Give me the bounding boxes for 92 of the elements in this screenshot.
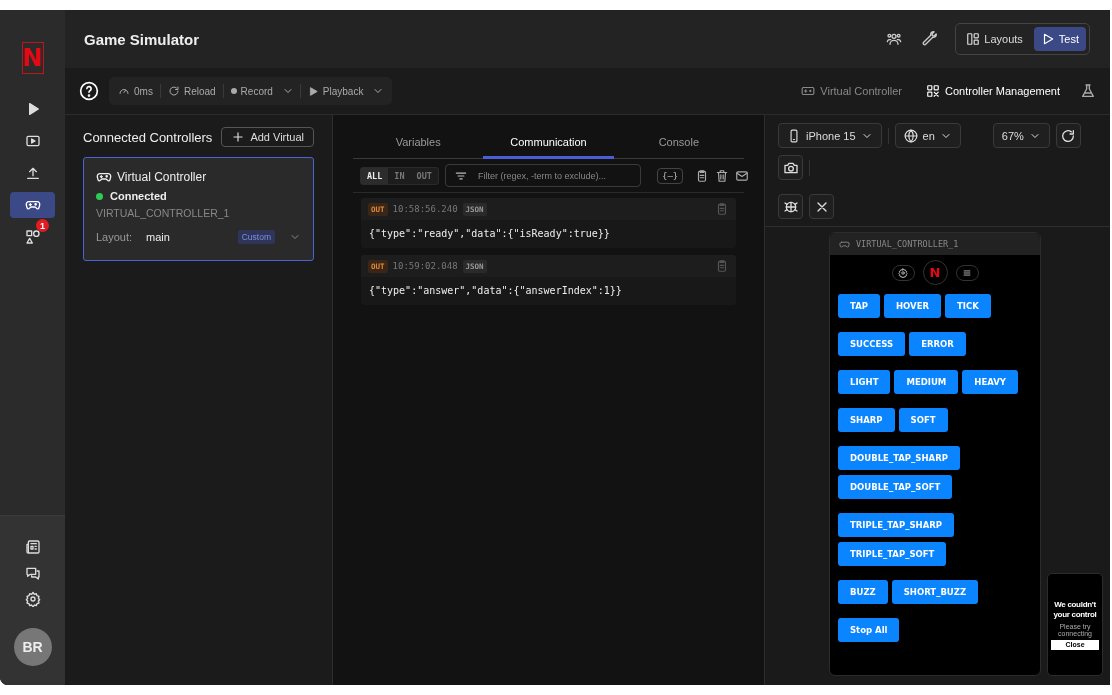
haptic-button[interactable]: MEDIUM	[894, 370, 959, 394]
notification-badge: 1	[36, 219, 49, 232]
shapes-icon	[24, 229, 41, 245]
panel-tab[interactable]: Variables	[353, 128, 484, 159]
direction-tab[interactable]: ALL	[361, 167, 389, 184]
clipboard-icon	[715, 202, 729, 216]
message-time: 10:59:02.048	[392, 261, 458, 271]
menu-icon	[962, 267, 972, 278]
layout-icon	[966, 32, 981, 46]
haptic-button[interactable]: BUZZ	[838, 580, 888, 604]
refresh-button[interactable]	[1055, 123, 1081, 148]
haptic-button[interactable]: SHARP	[838, 408, 895, 432]
message-body: {"type":"answer","data":{"answerIndex":1}}	[368, 284, 623, 298]
nav-item[interactable]	[10, 192, 55, 218]
filter-field[interactable]: Filter (regex, -term to exclude)...	[444, 164, 641, 187]
haptic-button[interactable]: ERROR	[909, 332, 966, 356]
reload-button[interactable]: Reload	[162, 80, 221, 102]
phone-icon	[787, 128, 801, 143]
play-icon	[307, 85, 319, 97]
refresh-icon	[1060, 127, 1077, 144]
status-label: Connected	[110, 190, 167, 202]
video-icon	[24, 133, 41, 149]
controller-icon	[801, 84, 816, 98]
send-button[interactable]	[735, 168, 750, 183]
haptic-button[interactable]: DOUBLE_TAP_SOFT	[838, 475, 953, 499]
haptic-button[interactable]: SHORT_BUZZ	[891, 580, 979, 604]
chat-icon	[24, 565, 41, 581]
screenshot-button[interactable]	[778, 155, 803, 180]
lab-button[interactable]	[1080, 83, 1096, 99]
layout-label: Layout:	[96, 231, 133, 243]
message-text: your control	[1053, 609, 1097, 619]
clipboard-icon	[715, 259, 729, 273]
device-dropdown[interactable]: iPhone 15	[778, 123, 882, 148]
haptic-button[interactable]: DOUBLE_TAP_SHARP	[838, 446, 960, 470]
direction-tab[interactable]: IN	[388, 167, 411, 184]
mode-tab[interactable]: Test	[1033, 27, 1086, 51]
filter-icon	[453, 169, 468, 183]
trash-icon	[715, 168, 730, 183]
message-time: 10:58:56.240	[392, 204, 458, 214]
wrench-icon	[921, 31, 938, 47]
grid-icon	[926, 84, 941, 98]
settings-icon	[898, 267, 908, 278]
haptic-button[interactable]: SUCCESS	[838, 332, 906, 356]
mode-tab[interactable]: Layouts	[959, 27, 1030, 51]
record-button[interactable]: Record	[225, 80, 278, 102]
haptic-button[interactable]: TAP	[838, 294, 880, 318]
logo: N	[21, 42, 44, 74]
help-button[interactable]	[79, 81, 99, 101]
reload-icon	[167, 85, 180, 97]
panel-title: Connected Controllers	[83, 129, 213, 145]
controller-id: VIRTUAL_CONTROLLER_1	[96, 207, 231, 219]
haptic-button[interactable]: TICK	[945, 294, 991, 318]
globe-icon	[903, 128, 918, 143]
upload-icon	[24, 165, 41, 181]
settings-icon	[24, 591, 41, 607]
mail-icon	[735, 168, 750, 183]
controller-card[interactable]: Virtual Controller Connected VIRTUAL_CONTROLLER_1 Layout: main Custom	[83, 157, 314, 261]
direction-tab[interactable]: OUT	[410, 167, 438, 184]
playback-button[interactable]: Playback	[302, 80, 369, 102]
user-avatar[interactable]: BR	[13, 628, 52, 666]
language-dropdown[interactable]: en	[894, 123, 961, 148]
plus-icon	[231, 130, 246, 144]
haptic-button[interactable]: SOFT	[898, 408, 948, 432]
people-icon	[886, 31, 903, 47]
latency-button[interactable]: 0ms	[113, 80, 158, 102]
panel-tab[interactable]: Communication	[483, 128, 614, 159]
haptic-button[interactable]: Stop All	[838, 618, 900, 642]
view-tab[interactable]: Virtual Controller	[801, 84, 903, 98]
message-text: We couldn't	[1054, 599, 1096, 609]
flask-icon	[1080, 83, 1096, 99]
controller-name: Virtual Controller	[117, 170, 207, 184]
debug-button[interactable]	[778, 194, 803, 219]
record-dot-icon	[230, 88, 237, 94]
help-icon	[79, 81, 99, 101]
haptic-button[interactable]: LIGHT	[838, 370, 891, 394]
message-body: {"type":"ready","data":{"isReady":true}}	[368, 227, 611, 241]
layout-value: main	[146, 231, 171, 243]
zoom-dropdown[interactable]: 67%	[992, 123, 1050, 148]
haptic-button[interactable]: HOVER	[883, 294, 941, 318]
add-virtual-button[interactable]: Add Virtual	[221, 127, 314, 147]
layout-tag: Custom	[237, 230, 275, 244]
delete-button[interactable]	[715, 168, 730, 183]
format-button[interactable]: {–}	[656, 167, 684, 184]
panel-tab[interactable]: Console	[613, 128, 744, 159]
preview-title: VIRTUAL_CONTROLLER_1	[856, 239, 959, 249]
view-tab[interactable]: Controller Management	[926, 84, 1060, 98]
newspaper-icon	[24, 539, 41, 555]
haptic-button[interactable]: HEAVY	[962, 370, 1018, 394]
window-title: Game Simulator	[84, 30, 201, 48]
haptic-button[interactable]: TRIPLE_TAP_SOFT	[838, 542, 947, 566]
close-button[interactable]	[809, 194, 834, 219]
haptic-button[interactable]: TRIPLE_TAP_SHARP	[838, 513, 954, 537]
